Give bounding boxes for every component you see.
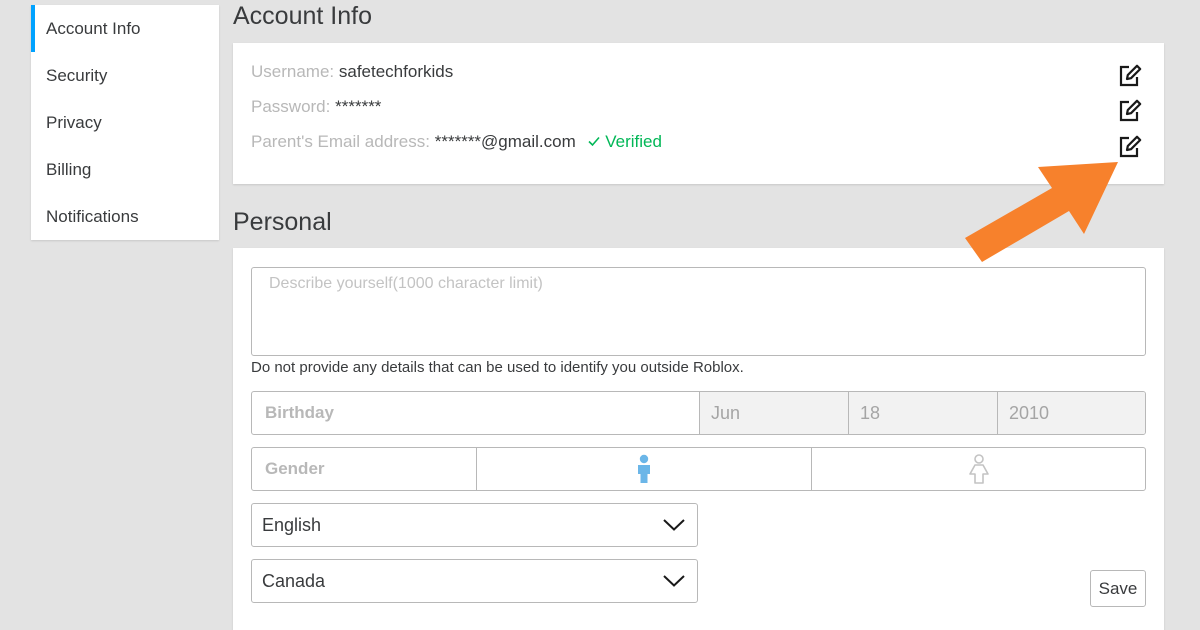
password-label: Password: [251, 97, 331, 116]
username-row: Username: safetechforkids [251, 62, 453, 82]
country-value: Canada [262, 570, 326, 591]
password-value: ******* [335, 97, 382, 116]
sidebar-item-account-info[interactable]: Account Info [31, 5, 219, 52]
language-select[interactable]: English [251, 503, 698, 547]
chevron-down-icon [663, 575, 685, 587]
email-label: Parent's Email address: [251, 132, 430, 151]
gender-female-button[interactable] [811, 448, 1145, 490]
privacy-disclaimer: Do not provide any details that can be u… [251, 359, 744, 376]
email-value: *******@gmail.com [434, 132, 576, 151]
sidebar-item-notifications[interactable]: Notifications [31, 193, 219, 240]
gender-male-button[interactable] [476, 448, 811, 490]
email-row: Parent's Email address: *******@gmail.co… [251, 132, 662, 152]
sidebar-item-billing[interactable]: Billing [31, 146, 219, 193]
username-label: Username: [251, 62, 335, 81]
birthday-day-select[interactable]: 18 [848, 392, 997, 434]
birthday-month-select[interactable]: Jun [699, 392, 848, 434]
country-select[interactable]: Canada [251, 559, 698, 603]
sidebar-item-privacy[interactable]: Privacy [31, 99, 219, 146]
annotation-arrow-icon [965, 162, 1118, 262]
birthday-year-select[interactable]: 2010 [997, 392, 1145, 434]
language-value: English [262, 514, 322, 535]
check-icon [587, 136, 600, 147]
password-row: Password: ******* [251, 97, 381, 117]
birthday-row: Birthday Jun 18 2010 [251, 391, 1146, 435]
verified-badge: Verified [587, 132, 662, 151]
chevron-down-icon [663, 519, 685, 531]
settings-sidebar: Account Info Security Privacy Billing No… [31, 5, 219, 240]
gender-label: Gender [265, 459, 325, 478]
edit-password-icon[interactable] [1117, 98, 1143, 124]
save-button[interactable]: Save [1090, 570, 1146, 607]
sidebar-item-security[interactable]: Security [31, 52, 219, 99]
account-info-title: Account Info [233, 2, 372, 30]
username-value: safetechforkids [338, 62, 454, 81]
personal-card: Do not provide any details that can be u… [233, 248, 1164, 630]
personal-title: Personal [233, 208, 332, 236]
describe-yourself-input[interactable] [251, 267, 1146, 356]
gender-row: Gender [251, 447, 1146, 491]
edit-username-icon[interactable] [1117, 63, 1143, 89]
female-icon [968, 454, 989, 484]
male-icon [638, 454, 650, 483]
verified-label: Verified [605, 132, 662, 151]
birthday-label: Birthday [265, 403, 334, 422]
